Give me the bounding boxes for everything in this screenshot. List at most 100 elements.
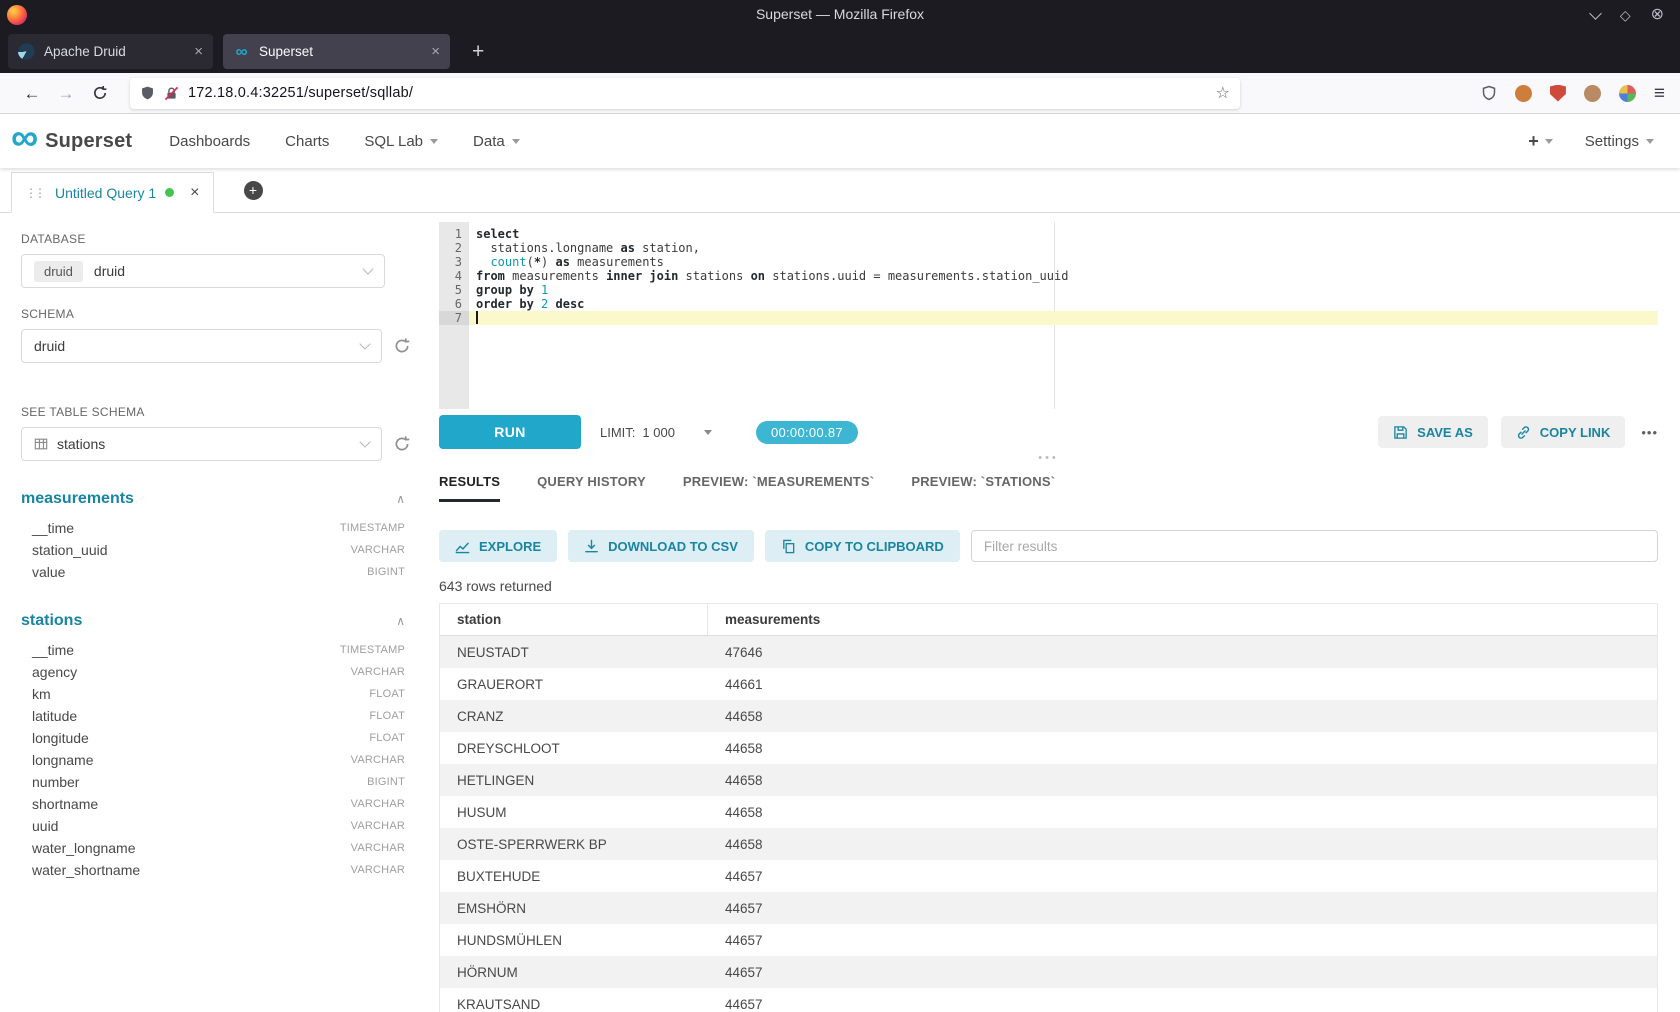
sql-editor[interactable]: 1234567 select stations.longname as stat… (439, 222, 1658, 409)
results-header-row: station measurements (440, 604, 1657, 636)
cell-station: DREYSCHLOOT (440, 732, 708, 764)
table-select[interactable]: stations (21, 427, 382, 461)
window-float-icon[interactable]: ◇ (1620, 8, 1631, 22)
column-type: TIMESTAMP (340, 522, 405, 534)
shield-icon[interactable] (140, 85, 155, 101)
schema-table-section: stations∧__timeTIMESTAMPagencyVARCHARkmF… (21, 612, 405, 881)
tab-close-icon[interactable]: × (431, 43, 440, 60)
avatar-extension-icon[interactable] (1584, 85, 1601, 102)
column-name: water_shortname (32, 862, 140, 878)
column-type: VARCHAR (351, 666, 405, 678)
schema-table-header[interactable]: stations ∧ (21, 612, 405, 630)
column-header-measurements[interactable]: measurements (708, 604, 1657, 635)
query-tab-strip: ⋮⋮ Untitled Query 1 × + (0, 168, 1680, 213)
schema-tables: measurements ∧ __timeTIMESTAMP station_uuid… (21, 490, 405, 881)
ublock-extension-icon[interactable] (1550, 85, 1566, 102)
refresh-schema-icon[interactable] (393, 337, 411, 355)
nav-charts[interactable]: Charts (285, 133, 329, 150)
collapse-icon[interactable]: ∧ (396, 614, 405, 628)
window-shade-icon[interactable] (1589, 7, 1602, 20)
query-tab[interactable]: ⋮⋮ Untitled Query 1 × (11, 172, 214, 213)
explore-button[interactable]: EXPLORE (439, 530, 557, 562)
nav-dashboards[interactable]: Dashboards (169, 133, 250, 150)
result-row: NEUSTADT47646 (440, 636, 1657, 668)
editor-toolbar: RUN LIMIT: 1 000 00:00:00.87 SAVE AS (439, 414, 1658, 450)
tab-close-icon[interactable]: × (194, 43, 203, 60)
url-text[interactable]: 172.18.0.4:32251/superset/sqllab/ (188, 85, 1207, 101)
column-type: VARCHAR (351, 820, 405, 832)
editor-line-number: 4 (439, 269, 469, 283)
filter-results-input[interactable] (971, 530, 1658, 562)
refresh-table-icon[interactable] (393, 435, 411, 453)
add-new-menu-button[interactable]: + (1528, 131, 1553, 152)
schema-column-row: __timeTIMESTAMP (21, 517, 405, 539)
protection-badge-icon[interactable] (1481, 85, 1497, 101)
column-name: station_uuid (32, 542, 108, 558)
bookmark-star-icon[interactable]: ☆ (1216, 83, 1230, 103)
schema-table-name[interactable]: stations (21, 612, 82, 630)
query-tab-title[interactable]: Untitled Query 1 (55, 185, 156, 201)
copy-clipboard-label: COPY TO CLIPBOARD (805, 539, 944, 554)
column-header-station[interactable]: station (440, 604, 708, 635)
nav-sql-lab[interactable]: SQL Lab (364, 133, 438, 150)
tab-query-history[interactable]: QUERY HISTORY (537, 474, 646, 499)
reload-icon[interactable] (83, 85, 117, 101)
browser-extension-icons: ≡ (1481, 84, 1665, 103)
column-name: water_longname (32, 840, 136, 856)
schema-select[interactable]: druid (21, 329, 382, 363)
browser-toolbar: ← → 172.18.0.4:32251/superset/sqllab/ ☆ (0, 73, 1680, 114)
run-button[interactable]: RUN (439, 415, 581, 449)
editor-code-line: stations.longname as station, (476, 241, 1658, 255)
column-name: agency (32, 664, 77, 680)
tab-results[interactable]: RESULTS (439, 474, 500, 502)
tab-preview-measurements[interactable]: PREVIEW: `MEASUREMENTS` (683, 474, 874, 499)
result-row: HUNDSMÜHLEN44657 (440, 924, 1657, 956)
superset-logo[interactable]: ∞ Superset (11, 129, 132, 153)
browser-tabbar: Apache Druid × ∞ Superset × + (0, 30, 1680, 73)
schema-table-name[interactable]: measurements (21, 490, 134, 508)
editor-code-line: group by 1 (476, 283, 1658, 297)
limit-control[interactable]: LIMIT: 1 000 (600, 425, 712, 440)
collapse-icon[interactable]: ∧ (396, 492, 405, 506)
cell-station: OSTE-SPERRWERK BP (440, 828, 708, 860)
result-row: OSTE-SPERRWERK BP44658 (440, 828, 1657, 860)
save-as-button[interactable]: SAVE AS (1378, 416, 1488, 448)
copy-clipboard-button[interactable]: COPY TO CLIPBOARD (765, 530, 960, 562)
tampermonkey-extension-icon[interactable] (1515, 85, 1532, 102)
browser-tab-label: Superset (259, 44, 423, 59)
cell-measurements: 44657 (708, 924, 1657, 956)
tab-preview-stations[interactable]: PREVIEW: `STATIONS` (911, 474, 1055, 499)
database-select[interactable]: druid druid (21, 254, 385, 288)
back-button[interactable]: ← (15, 85, 49, 102)
nav-data[interactable]: Data (473, 133, 520, 150)
pinwheel-extension-icon[interactable] (1619, 85, 1636, 102)
column-name: number (32, 774, 79, 790)
insecure-lock-icon[interactable] (164, 86, 179, 101)
editor-code-line: count(*) as measurements (476, 255, 1658, 269)
tab-drag-handle-icon[interactable]: ⋮⋮ (25, 186, 43, 200)
forward-button[interactable]: → (49, 85, 83, 102)
menu-icon[interactable]: ≡ (1654, 84, 1665, 103)
browser-tab-superset[interactable]: ∞ Superset × (223, 34, 450, 69)
column-type: VARCHAR (351, 544, 405, 556)
copy-link-button[interactable]: COPY LINK (1501, 416, 1626, 448)
schema-column-row: uuidVARCHAR (21, 815, 405, 837)
new-tab-button[interactable]: + (464, 40, 492, 64)
download-csv-button[interactable]: DOWNLOAD TO CSV (568, 530, 754, 562)
schema-table-header[interactable]: measurements ∧ (21, 490, 405, 508)
schema-table-section: measurements ∧ __timeTIMESTAMP station_uuid… (21, 490, 405, 583)
query-tab-close-icon[interactable]: × (190, 184, 199, 202)
window-close-icon[interactable]: ⊗ (1651, 7, 1664, 23)
chevron-down-icon (1646, 139, 1654, 144)
editor-cursor (476, 311, 478, 324)
pane-splitter-handle[interactable]: ••• (439, 450, 1658, 465)
table-icon (34, 437, 48, 451)
url-bar[interactable]: 172.18.0.4:32251/superset/sqllab/ ☆ (130, 78, 1240, 109)
cell-measurements: 44658 (708, 764, 1657, 796)
overflow-menu-button[interactable]: ••• (1641, 425, 1658, 440)
superset-navbar: ∞ Superset Dashboards Charts SQL Lab Dat… (0, 114, 1680, 168)
browser-tab-apache-druid[interactable]: Apache Druid × (8, 34, 213, 69)
add-query-tab-button[interactable]: + (244, 181, 263, 200)
download-icon (584, 539, 599, 554)
settings-menu[interactable]: Settings (1585, 133, 1654, 150)
